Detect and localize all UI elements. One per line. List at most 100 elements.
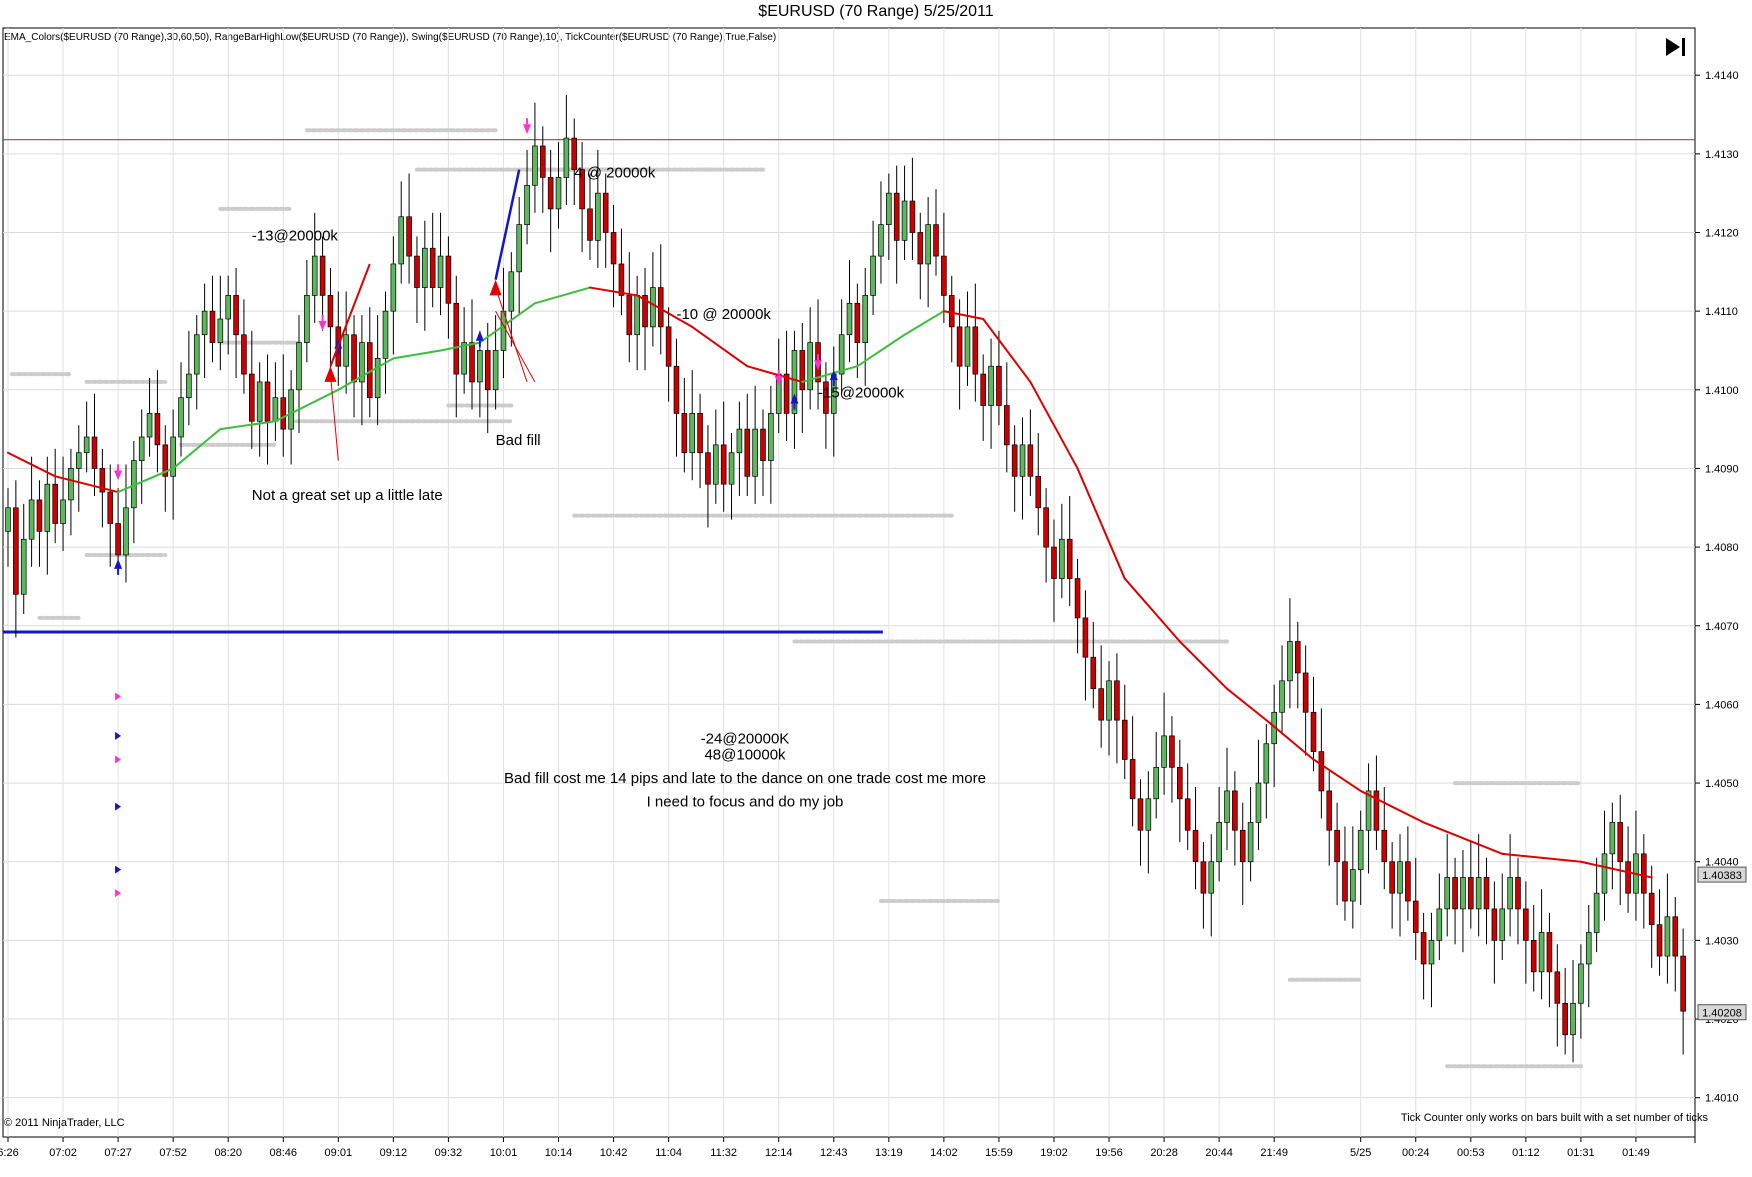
candle-body — [1483, 877, 1490, 910]
trend-line — [494, 169, 521, 280]
candle-body — [178, 397, 184, 438]
candle-body — [1098, 688, 1104, 721]
x-tick-label: 01:49 — [1622, 1147, 1650, 1159]
price-label: 1.40383 — [1702, 870, 1742, 882]
candle-body — [736, 428, 743, 454]
x-tick-label: 12:43 — [820, 1147, 848, 1159]
candle-body — [846, 302, 853, 336]
y-tick-label: 1.4050 — [1705, 778, 1739, 790]
annotation-text: -10 @ 20000k — [676, 306, 771, 323]
candle-body — [1515, 877, 1521, 910]
x-tick-label: 10:14 — [545, 1147, 573, 1159]
candle-body — [752, 428, 758, 477]
ema-line — [533, 286, 591, 305]
candle-body — [1357, 829, 1364, 870]
candle-body — [1570, 1002, 1576, 1036]
candle-body — [1035, 475, 1042, 509]
candle-body — [1051, 546, 1057, 579]
annotation-text: 48@10000k — [704, 746, 786, 763]
skip-to-end-icon[interactable] — [1662, 34, 1688, 60]
candle-body — [288, 389, 294, 430]
x-tick-label: 13:19 — [875, 1147, 903, 1159]
candle-body — [1255, 782, 1262, 823]
candle-body — [469, 342, 475, 383]
candle-body — [886, 192, 892, 225]
candle-body — [1412, 900, 1419, 933]
candle-body — [13, 507, 19, 595]
candle-body — [1224, 790, 1230, 823]
candle-body — [1137, 798, 1144, 831]
candle-body — [146, 413, 153, 438]
y-tick-label: 1.4140 — [1705, 70, 1739, 82]
candle-body — [249, 373, 255, 422]
candle-body — [154, 413, 161, 446]
candle-body — [980, 373, 986, 406]
ema-line — [1422, 821, 1504, 855]
candle-body — [1648, 892, 1655, 925]
y-tick-label: 1.4010 — [1705, 1093, 1739, 1105]
candle-body — [484, 350, 491, 391]
candle-body — [744, 428, 751, 477]
candle-body — [1578, 963, 1584, 1004]
annotation-text: -13@20000k — [252, 227, 339, 244]
candle-body — [673, 365, 680, 414]
candle-body — [705, 452, 711, 485]
candle-body — [437, 255, 444, 288]
candle-body — [1200, 861, 1207, 894]
candle-body — [1625, 861, 1631, 894]
candle-body — [1121, 719, 1128, 760]
candle-body — [241, 334, 247, 375]
x-tick-label: 6:26 — [0, 1147, 19, 1159]
candle-body — [626, 295, 633, 336]
candle-body — [280, 397, 287, 430]
candle-body — [1279, 680, 1285, 713]
candle-body — [60, 499, 66, 524]
ema-line — [392, 349, 442, 360]
x-tick-label: 19:56 — [1095, 1147, 1123, 1159]
candle-body — [799, 350, 806, 391]
candle-body — [492, 350, 499, 391]
ema-line — [1123, 577, 1181, 643]
candle-body — [1523, 908, 1529, 941]
candle-body — [1106, 680, 1112, 721]
candle-body — [689, 413, 695, 454]
candle-body — [901, 200, 908, 241]
candle-body — [1680, 955, 1686, 1012]
candle-body — [44, 483, 51, 532]
candle-body — [264, 381, 271, 422]
annotation-text: Not a great set up a little late — [252, 487, 443, 504]
x-tick-label: 07:02 — [49, 1147, 77, 1159]
candle-body — [1192, 829, 1199, 863]
x-tick-label: 10:42 — [600, 1147, 628, 1159]
annotation-text: I need to focus and do my job — [647, 794, 844, 811]
candle-body — [697, 413, 703, 454]
candle-body — [1019, 444, 1026, 477]
candle-body — [1405, 861, 1411, 902]
candle-body — [374, 357, 381, 399]
arrow-down-icon — [114, 470, 123, 481]
candle-body — [665, 326, 672, 367]
candle-body — [1562, 1002, 1568, 1036]
candle-body — [1585, 932, 1592, 965]
candle-body — [728, 452, 735, 485]
candle-body — [390, 263, 397, 312]
arrow-down-icon — [774, 375, 783, 386]
candle-body — [351, 334, 357, 383]
candle-body — [327, 295, 334, 328]
tick-counter-note: Tick Counter only works on bars built wi… — [1400, 1112, 1708, 1124]
ema-line — [1178, 640, 1228, 690]
x-tick-label: 19:02 — [1040, 1147, 1068, 1159]
annotation-text: -15@20000k — [818, 385, 905, 402]
arrow-down-icon — [814, 360, 823, 371]
candle-body — [1507, 877, 1513, 910]
candle-body — [972, 326, 979, 375]
candle-body — [1656, 924, 1663, 957]
x-tick-label: 01:31 — [1567, 1147, 1595, 1159]
candle-body — [1216, 822, 1222, 863]
x-tick-label: 20:28 — [1150, 1147, 1178, 1159]
candle-body — [878, 224, 884, 257]
candle-body — [1302, 672, 1309, 713]
candle-body — [862, 295, 869, 343]
candle-body — [524, 184, 530, 225]
candle-body — [948, 295, 955, 328]
